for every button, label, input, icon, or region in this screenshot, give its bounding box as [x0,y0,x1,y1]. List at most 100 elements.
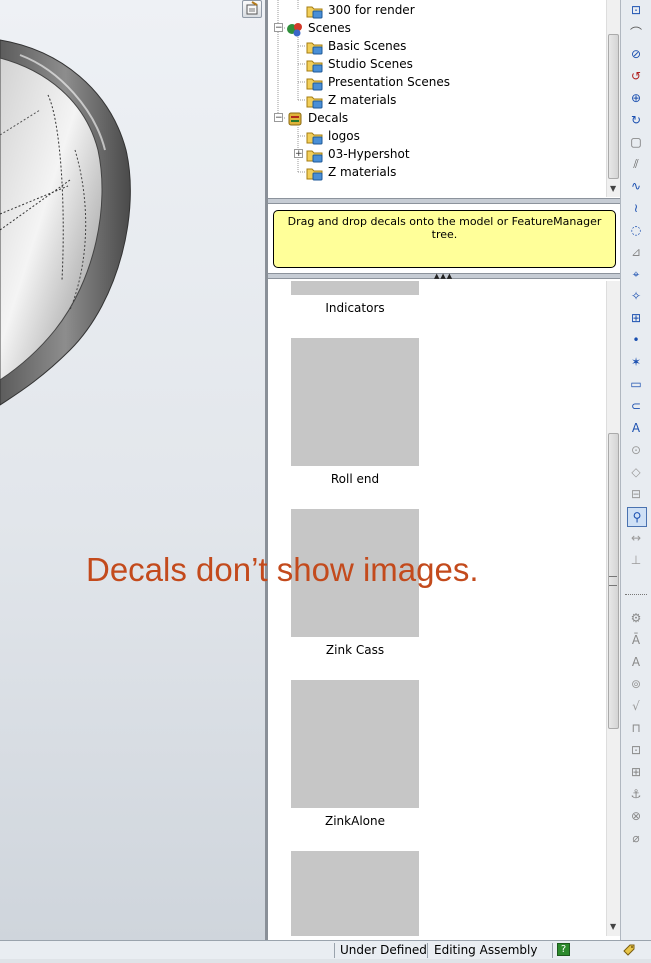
balloon-icon[interactable]: ⊚ [627,675,645,693]
tree-item[interactable]: logos [306,127,360,145]
scroll-grip-icon [609,576,617,586]
tree-item[interactable]: Presentation Scenes [306,73,450,91]
smart-dimension-icon[interactable]: ⊡ [627,1,645,19]
convert-icon[interactable]: ⊂ [627,397,645,415]
tree-item-label: Z materials [328,165,397,179]
point-icon[interactable]: • [627,331,645,349]
dimension-icon[interactable]: ↔ [627,529,645,547]
status-separator [334,943,335,958]
scroll-down-arrow-icon[interactable]: ▼ [610,922,616,931]
graphics-viewport[interactable] [0,0,265,940]
centerpoint-arc-icon[interactable]: ⊕ [627,89,645,107]
table-icon[interactable]: ⊟ [627,485,645,503]
tangent-arc-icon[interactable]: ↻ [627,111,645,129]
equation-spline-icon[interactable]: ≀ [627,199,645,217]
mirror-icon[interactable]: ⊞ [627,309,645,327]
sketch-fillet-icon[interactable]: ⊿ [627,243,645,261]
text-icon[interactable]: A [627,419,645,437]
tree-item-label: Decals [308,111,349,125]
appearance-tree: 300 for render Scenes − Basic Scenes Studio … [268,0,606,197]
folder-icon [306,60,323,72]
offset-icon[interactable]: ⫽ [627,155,645,173]
pane-splitter-bottom[interactable]: ▲▲▲ [268,272,620,280]
annotation-icon[interactable]: Ā [627,631,645,649]
folder-icon [306,42,323,54]
decal-thumb[interactable]: Roll end [291,338,419,486]
decal-thumb-label: Roll end [330,472,380,486]
decal-thumb-label: Zink Cass [325,643,385,657]
tree-item[interactable]: Z materials [306,91,396,109]
tree-item[interactable]: Basic Scenes [306,37,406,55]
hole-callout-icon[interactable]: ⊗ [627,807,645,825]
tree-item[interactable]: Studio Scenes [306,55,413,73]
model-render [0,39,131,406]
toolbar-separator [625,594,647,595]
smart-mate-icon[interactable]: ⚙ [627,609,645,627]
tolerance-icon[interactable]: ⊞ [627,763,645,781]
datum-icon[interactable]: ⊡ [627,741,645,759]
tree-item[interactable]: Scenes [286,19,351,37]
tree-item-label: 300 for render [328,3,415,17]
decal-thumb-image [291,851,419,936]
line-icon[interactable]: ⌒ [627,23,645,41]
scroll-down-arrow-icon[interactable]: ▼ [610,184,616,193]
plane-icon[interactable]: ◇ [627,463,645,481]
trim-icon[interactable]: ⌖ [627,265,645,283]
decal-info-box: Drag and drop decals onto the model or F… [273,210,616,268]
decal-thumb-label: Indicators [325,301,385,315]
decal-thumb[interactable] [291,851,419,936]
splitter-grip-icon: ▲▲▲ [434,272,454,280]
status-separator [427,943,428,958]
status-mode: Editing Assembly [434,943,538,957]
arc-icon[interactable]: ↺ [627,67,645,85]
note-icon[interactable]: A [627,653,645,671]
status-definition: Under Defined [340,943,427,957]
construction-icon[interactable]: ✶ [627,353,645,371]
weld-icon[interactable]: ⊓ [627,719,645,737]
collapse-icon[interactable]: − [274,23,283,33]
folder-icon [306,78,323,90]
tree-item[interactable]: Z materials [306,163,396,181]
rectangle-icon[interactable]: ▢ [627,133,645,151]
surface-finish-icon[interactable]: √ [627,697,645,715]
tree-item-label: Basic Scenes [328,39,407,53]
decal-thumb-label: ZinkAlone [325,814,385,828]
pane-toggle-icon [246,1,258,15]
expand-icon[interactable]: + [294,149,303,159]
circle-icon[interactable]: ⊘ [627,45,645,63]
decals-icon [288,112,302,125]
decal-info-text: Drag and drop decals onto the model or F… [287,215,602,241]
decal-thumb-image [291,281,419,295]
help-icon[interactable]: ? [557,943,570,956]
cosmetic-thread-icon[interactable]: ⚓ [627,785,645,803]
relation-icon[interactable]: ⚲ [627,507,647,527]
revision-icon[interactable]: ⌀ [627,829,645,847]
slot-icon[interactable]: ▭ [627,375,645,393]
viewport-toggle-button[interactable] [242,0,262,18]
folder-icon [306,168,323,180]
collapse-icon[interactable]: − [274,113,283,123]
tree-scrollbar[interactable]: ▼ [606,0,621,197]
extend-icon[interactable]: ✧ [627,287,645,305]
gallery-scrollbar[interactable]: ▼ [606,281,621,936]
tree-item-label: Studio Scenes [328,57,413,71]
tree-item-label: Presentation Scenes [328,75,451,89]
status-separator [552,943,553,958]
scenes-icon [287,22,302,36]
ellipse-icon[interactable]: ◌ [627,221,645,239]
block-icon[interactable]: ⊙ [627,441,645,459]
rebuild-tag-icon[interactable] [622,943,636,957]
tree-scroll-thumb[interactable] [608,34,619,179]
decal-thumb[interactable]: Indicators [291,281,419,315]
tree-item[interactable]: 300 for render [306,1,415,19]
tree-item[interactable]: 03-Hypershot [306,145,410,163]
constraint-icon[interactable]: ⊥ [627,551,645,569]
folder-icon [306,96,323,108]
spline-icon[interactable]: ∿ [627,177,645,195]
tree-item[interactable]: Decals [286,109,348,127]
decal-gallery: Indicators Roll end Zink Cass ZinkAlone [268,281,606,936]
pane-splitter-top[interactable] [268,198,620,204]
decal-thumb[interactable]: ZinkAlone [291,680,419,828]
tree-item-label: logos [328,129,360,143]
tree-item-label: Z materials [328,93,397,107]
